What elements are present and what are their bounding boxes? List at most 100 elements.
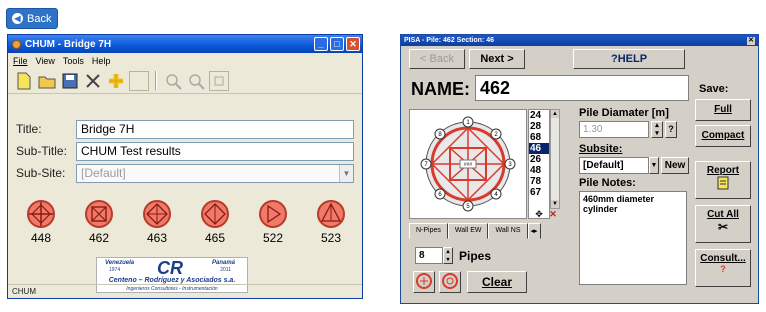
pipes-count-field[interactable]: 8 xyxy=(415,247,443,264)
circle-cross-icon xyxy=(27,200,55,228)
zoom-in-icon xyxy=(163,71,183,91)
list-item[interactable]: 78 xyxy=(529,176,549,187)
pile-ring-icon[interactable] xyxy=(439,271,461,293)
chevron-down-icon[interactable]: ▼ xyxy=(649,157,659,174)
tab-scroll-arrows-icon[interactable]: ◂▸ xyxy=(527,223,541,239)
scroll-up-icon[interactable]: ▲ xyxy=(551,110,559,118)
zoom-fit-icon xyxy=(209,70,229,91)
title-row: Title: Bridge 7H xyxy=(16,119,354,139)
section-list[interactable]: 24 28 68 46 26 48 78 67 xyxy=(528,109,550,219)
close-button[interactable]: ✕ xyxy=(346,37,360,51)
close-icon[interactable]: ✕ xyxy=(747,36,755,45)
chum-window-title: CHUM - Bridge 7H xyxy=(25,38,112,50)
pile-item[interactable]: 522 xyxy=(248,199,298,245)
diameter-help-icon[interactable]: ? xyxy=(665,121,677,138)
pisa-back-button[interactable]: < Back xyxy=(409,49,465,69)
menu-view[interactable]: View xyxy=(36,56,55,66)
new-file-icon[interactable] xyxy=(14,71,34,91)
toolbar-separator xyxy=(155,70,157,91)
menu-file[interactable]: File xyxy=(13,56,28,66)
pile-label: 462 xyxy=(88,231,110,245)
zoom-out-icon xyxy=(186,71,206,91)
pile-item[interactable]: 523 xyxy=(306,199,356,245)
blank-tool-icon xyxy=(129,70,149,91)
list-item[interactable]: 48 xyxy=(529,165,549,176)
logo-left-year: 1974 xyxy=(109,267,121,273)
new-subsite-button[interactable]: New xyxy=(661,157,689,174)
help-button[interactable]: ?HELP xyxy=(573,49,685,69)
status-bar: CHUM xyxy=(8,284,362,298)
circle-diamond-icon xyxy=(143,200,171,228)
report-icon xyxy=(717,176,729,190)
delete-icon[interactable]: ✕ xyxy=(547,209,559,220)
list-item[interactable]: 28 xyxy=(529,121,549,132)
subsite-select[interactable]: [Default] ▼ xyxy=(76,163,354,183)
pipes-spinner[interactable]: ▴ ▾ xyxy=(443,247,453,264)
pile-item[interactable]: 465 xyxy=(190,199,240,245)
pile-notes-field[interactable]: 460mm diameter cylinder xyxy=(579,191,687,285)
pile-item[interactable]: 463 xyxy=(132,199,182,245)
tab-wall-ns[interactable]: Wall NS xyxy=(488,223,528,239)
logo-initials: CR xyxy=(157,258,183,278)
consult-button[interactable]: Consult... ? xyxy=(695,249,751,287)
name-field[interactable]: 462 xyxy=(475,75,689,101)
open-folder-icon[interactable] xyxy=(37,71,57,91)
save-full-button[interactable]: Full xyxy=(695,99,751,121)
menu-tools[interactable]: Tools xyxy=(63,56,84,66)
cut-all-label: Cut All xyxy=(707,209,739,220)
back-button[interactable]: ◀ Back xyxy=(6,8,58,29)
report-button[interactable]: Report xyxy=(695,161,751,199)
subtitle-row: Sub-Title: CHUM Test results xyxy=(16,141,354,161)
circle-triangle-icon xyxy=(317,200,345,228)
subsite-select-value: [Default] xyxy=(81,165,126,180)
cut-all-button[interactable]: Cut All ✂ xyxy=(695,205,751,243)
tab-n-pipes[interactable]: N-Pipes xyxy=(409,223,448,239)
pisa-next-button[interactable]: Next > xyxy=(469,49,525,69)
logo-right-year: 2011 xyxy=(220,267,231,273)
subsite-select[interactable]: [Default] xyxy=(579,157,649,174)
pile-label: 463 xyxy=(146,231,168,245)
chevron-down-icon[interactable]: ▼ xyxy=(339,164,353,182)
tools-icon[interactable] xyxy=(83,71,103,91)
question-icon: ? xyxy=(720,264,726,274)
back-arrow-icon: ◀ xyxy=(12,13,23,24)
move-icon[interactable]: ✥ xyxy=(533,209,545,220)
toolbar xyxy=(8,68,362,94)
back-button-label: Back xyxy=(27,12,52,25)
clear-button[interactable]: Clear xyxy=(467,271,527,293)
list-item[interactable]: 68 xyxy=(529,132,549,143)
circle-square-x-icon xyxy=(85,200,113,228)
pile-label: 448 xyxy=(30,231,52,245)
save-icon[interactable] xyxy=(60,71,80,91)
subsite-row: Sub-Site: [Default] ▼ xyxy=(16,163,354,183)
menu-help[interactable]: Help xyxy=(92,56,111,66)
tab-wall-ew[interactable]: Wall EW xyxy=(447,223,489,239)
section-tabs: N-Pipes Wall EW Wall NS ◂▸ xyxy=(409,223,541,239)
screenshot-canvas: ◀ Back CHUM - Bridge 7H _ □ ✕ File View … xyxy=(0,0,766,312)
pile-item[interactable]: 448 xyxy=(16,199,66,245)
pile-item[interactable]: 462 xyxy=(74,199,124,245)
list-item[interactable]: 67 xyxy=(529,187,549,198)
list-item[interactable]: 24 xyxy=(529,110,549,121)
minimize-button[interactable]: _ xyxy=(314,37,328,51)
section-list-scrollbar[interactable]: ▲ ▼ xyxy=(550,109,560,209)
maximize-button[interactable]: □ xyxy=(330,37,344,51)
pile-section-diagram: 123 456 78 ### xyxy=(420,116,516,212)
diameter-spinner[interactable]: ▴ ▾ xyxy=(651,121,663,138)
save-label: Save: xyxy=(699,83,729,95)
pile-shape-icon[interactable] xyxy=(413,271,435,293)
pile-label: 523 xyxy=(320,231,342,245)
pile-diameter-field[interactable]: 1.30 xyxy=(579,121,649,138)
list-item-selected[interactable]: 46 xyxy=(529,143,549,154)
subtitle-field[interactable]: CHUM Test results xyxy=(76,141,354,161)
diagram-center-label: ### xyxy=(464,162,473,168)
pile-list: 448 462 463 465 522 523 xyxy=(16,199,356,245)
subsite-label: Sub-Site: xyxy=(16,166,66,180)
title-field[interactable]: Bridge 7H xyxy=(76,119,354,139)
add-icon[interactable] xyxy=(106,71,126,91)
list-item[interactable]: 26 xyxy=(529,154,549,165)
scroll-down-icon[interactable]: ▼ xyxy=(551,200,559,208)
save-compact-button[interactable]: Compact xyxy=(695,125,751,147)
pile-diagram[interactable]: 123 456 78 ### xyxy=(409,109,527,219)
chum-title-bar: CHUM - Bridge 7H _ □ ✕ xyxy=(8,35,362,53)
